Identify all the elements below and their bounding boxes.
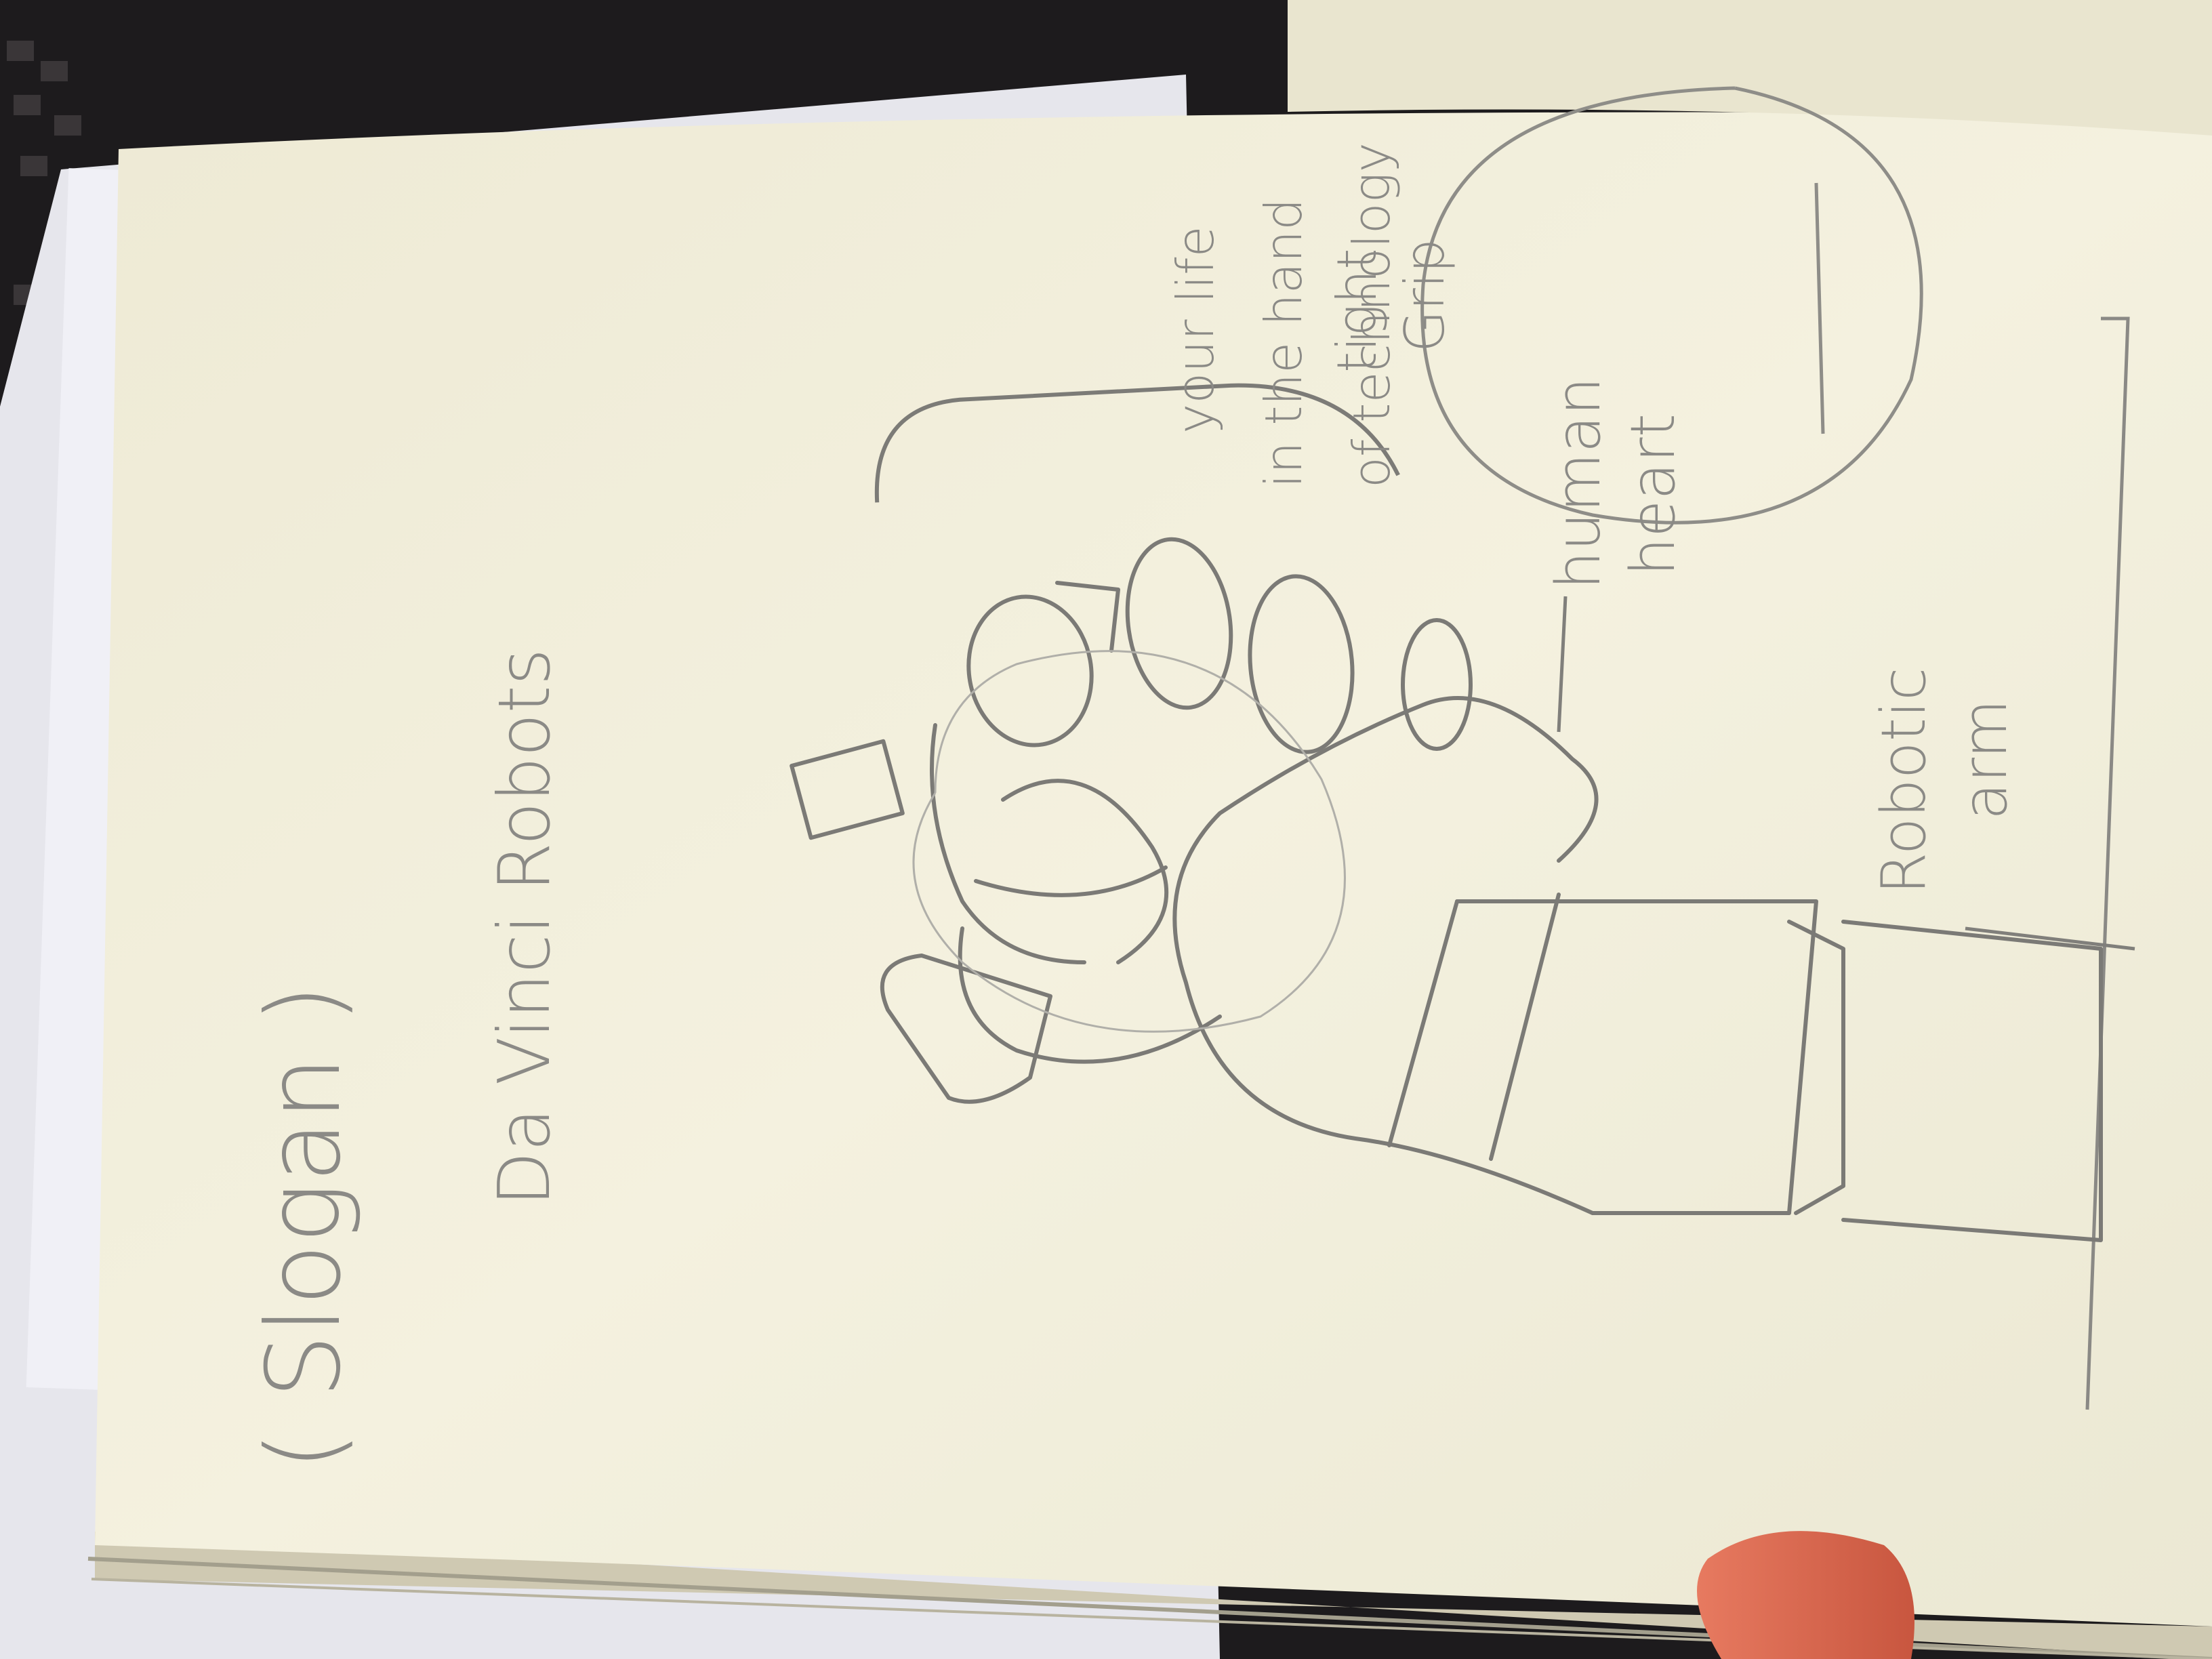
tagline-line-1: your life bbox=[1166, 226, 1225, 434]
tight-grip-label-2: Grip bbox=[1393, 239, 1456, 352]
robotic-arm-label-1: Robotic bbox=[1868, 667, 1940, 895]
brand-name: Da Vinci Robots bbox=[483, 649, 566, 1206]
notebook-photo: ( Slogan ) Da Vinci Robots your life in … bbox=[0, 0, 2212, 1659]
robotic-arm-label-2: arm bbox=[1950, 699, 2021, 820]
human-heart-label-2: heart bbox=[1618, 413, 1689, 576]
tight-grip-label-1: tight bbox=[1326, 248, 1389, 373]
tagline-line-2: in the hand bbox=[1254, 198, 1313, 488]
holding-finger bbox=[1697, 1531, 1914, 1659]
human-heart-label-1: human bbox=[1543, 377, 1614, 590]
slogan-placeholder: ( Slogan ) bbox=[245, 984, 363, 1471]
